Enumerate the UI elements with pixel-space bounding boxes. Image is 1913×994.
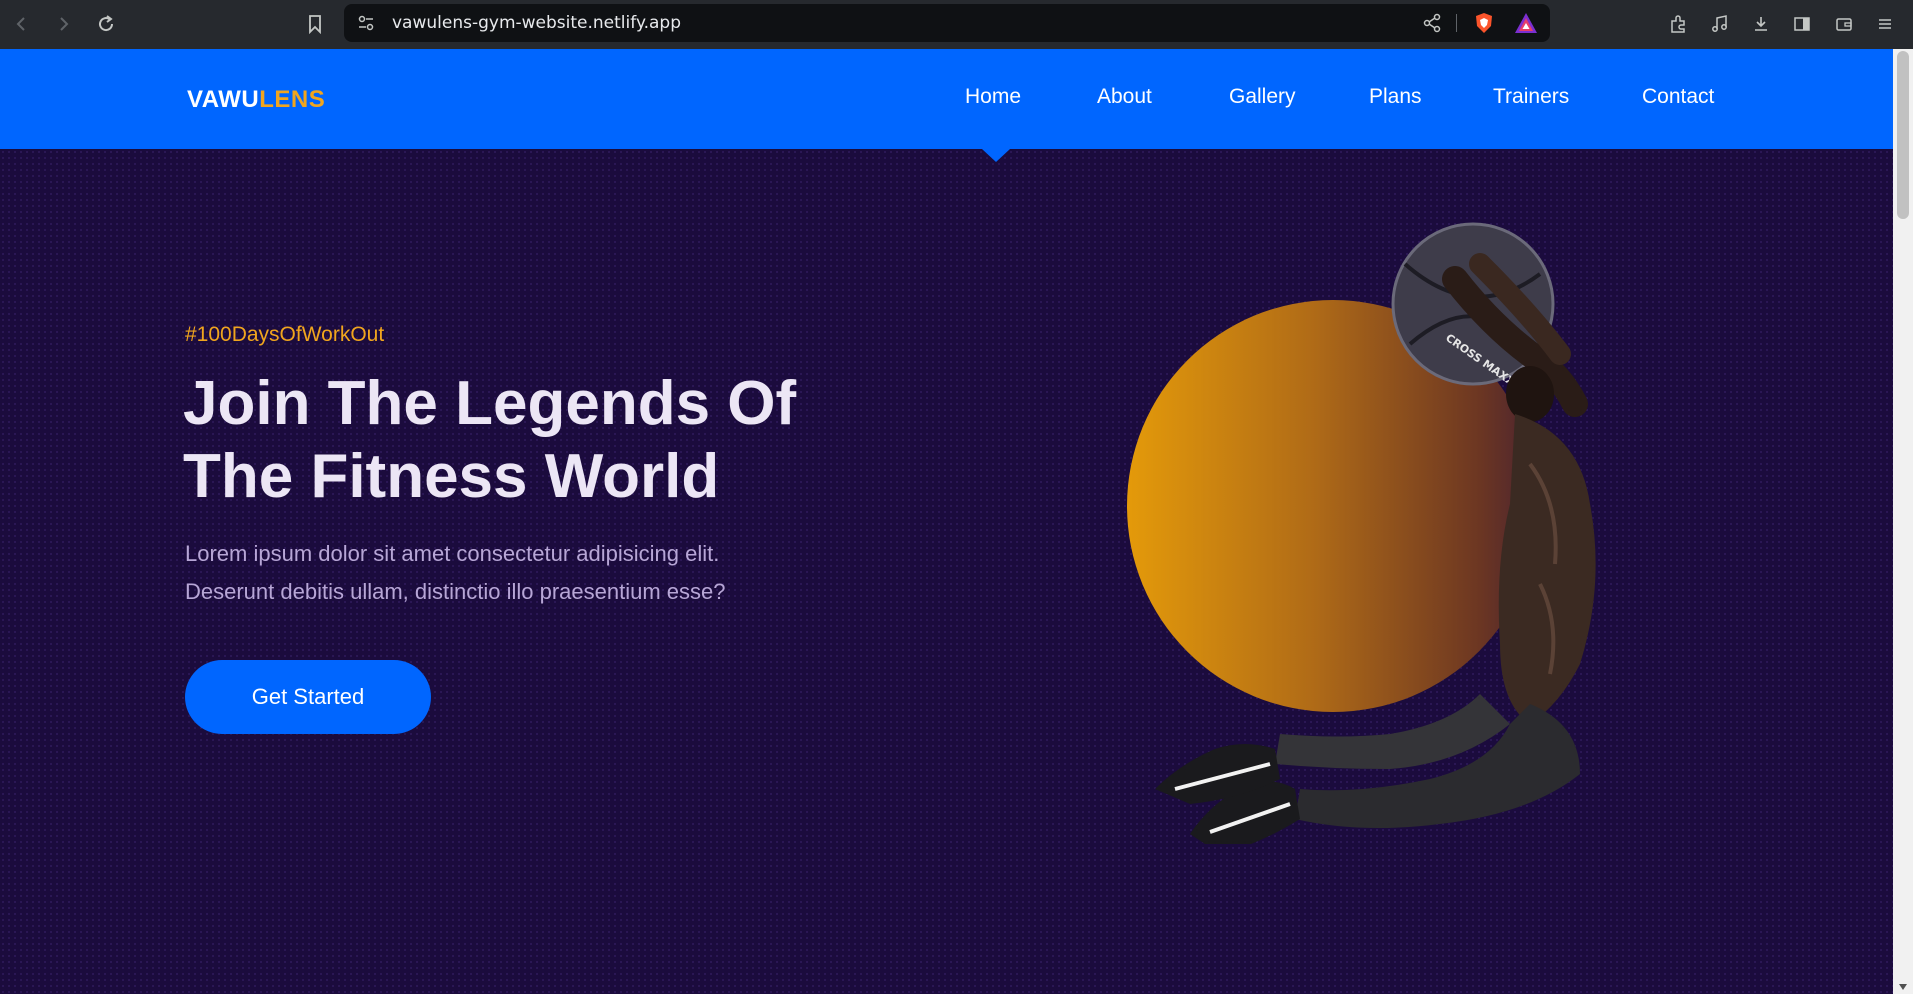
- get-started-button[interactable]: Get Started: [185, 660, 431, 734]
- hero-description: Lorem ipsum dolor sit amet consectetur a…: [185, 535, 865, 611]
- scroll-down-arrow-icon[interactable]: [1899, 984, 1907, 990]
- nav-about[interactable]: About: [1097, 85, 1152, 109]
- forward-icon[interactable]: [49, 10, 77, 38]
- nav-trainers[interactable]: Trainers: [1493, 85, 1569, 109]
- headline-line-1: Join The Legends Of: [183, 369, 797, 438]
- scrollbar-thumb[interactable]: [1897, 51, 1909, 219]
- download-icon[interactable]: [1747, 10, 1775, 38]
- nav-plans[interactable]: Plans: [1369, 85, 1422, 109]
- brave-shields-icon[interactable]: [1472, 11, 1496, 35]
- extensions-icon[interactable]: [1664, 10, 1692, 38]
- site-info-icon[interactable]: [356, 13, 376, 33]
- description-line-2: Deserunt debitis ullam, distinctio illo …: [185, 579, 726, 604]
- address-bar[interactable]: vawulens-gym-website.netlify.app: [344, 4, 1550, 42]
- site-header: VAWULENS Home About Gallery Plans Traine…: [0, 49, 1893, 149]
- headline-line-2: The Fitness World: [183, 442, 720, 511]
- active-nav-indicator: [982, 149, 1010, 162]
- hero-section: #100DaysOfWorkOut Join The Legends Of Th…: [0, 149, 1893, 994]
- reload-icon[interactable]: [92, 10, 120, 38]
- bookmark-icon[interactable]: [301, 10, 329, 38]
- brave-rewards-icon[interactable]: [1514, 12, 1538, 34]
- main-nav: Home About Gallery Plans Trainers Contac…: [0, 85, 1893, 115]
- url-text[interactable]: vawulens-gym-website.netlify.app: [392, 4, 681, 42]
- nav-home[interactable]: Home: [965, 85, 1021, 109]
- wallet-icon[interactable]: [1830, 10, 1858, 38]
- back-icon[interactable]: [8, 10, 36, 38]
- nav-gallery[interactable]: Gallery: [1229, 85, 1296, 109]
- sidebar-icon[interactable]: [1788, 10, 1816, 38]
- hero-tagline: #100DaysOfWorkOut: [185, 323, 385, 346]
- nav-contact[interactable]: Contact: [1642, 85, 1714, 109]
- hero-headline: Join The Legends Of The Fitness World: [183, 367, 903, 513]
- page-scrollbar[interactable]: [1893, 49, 1913, 994]
- media-icon[interactable]: [1706, 10, 1734, 38]
- description-line-1: Lorem ipsum dolor sit amet consectetur a…: [185, 541, 720, 566]
- divider: [1456, 14, 1457, 32]
- athlete-image: CROSS MAXX: [1155, 222, 1596, 844]
- share-icon[interactable]: [1422, 13, 1442, 33]
- menu-icon[interactable]: [1871, 10, 1899, 38]
- browser-toolbar: vawulens-gym-website.netlify.app: [0, 0, 1913, 49]
